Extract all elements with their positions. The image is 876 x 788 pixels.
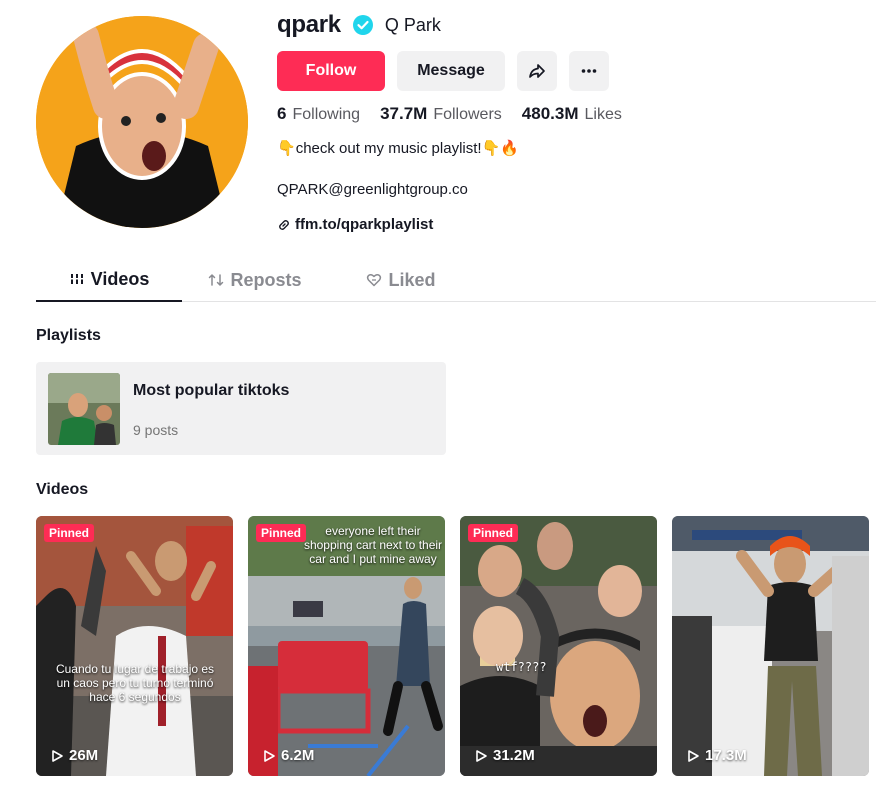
grid-icon <box>69 274 84 284</box>
message-button[interactable]: Message <box>397 51 505 91</box>
play-icon <box>688 749 699 762</box>
playlists-title: Playlists <box>36 327 101 344</box>
video-caption: wtf???? <box>496 660 547 674</box>
followers-stat[interactable]: 37.7M Followers <box>380 104 502 124</box>
pinned-badge: Pinned <box>44 524 95 542</box>
video-grid: Pinned Cuando tu lugar de trabajo es un … <box>36 516 869 776</box>
avatar[interactable] <box>36 16 248 228</box>
playlist-name: Most popular tiktoks <box>133 382 290 399</box>
nickname: Q Park <box>384 14 441 35</box>
following-stat[interactable]: 6 Following <box>277 104 360 124</box>
tab-videos[interactable]: Videos <box>36 258 182 302</box>
username: qpark <box>277 11 341 38</box>
video-caption: Cuando tu lugar de trabajo es un caos pe… <box>55 662 215 704</box>
likes-count: 480.3M <box>521 104 579 123</box>
bio-text: check out my music playlist! <box>295 139 482 157</box>
profile-tabs: Videos Reposts Liked <box>36 258 876 302</box>
verified-badge-icon <box>352 15 373 35</box>
play-icon <box>52 749 63 762</box>
video-thumbnail <box>36 516 233 776</box>
playlist-card[interactable]: Most popular tiktoks 9 posts <box>36 362 446 455</box>
view-count: 6.2M <box>281 747 315 764</box>
play-icon <box>476 749 487 762</box>
video-views: 31.2M <box>474 747 535 764</box>
fire-emoji-icon: 🔥 <box>500 140 519 157</box>
pointing-down-emoji-icon: 👇 <box>481 140 501 157</box>
share-icon <box>529 64 545 78</box>
video-card[interactable]: Pinned Cuando tu lugar de trabajo es un … <box>36 516 233 776</box>
video-thumbnail <box>460 516 657 776</box>
following-label: Following <box>292 106 361 123</box>
playlist-post-count: 9 posts <box>133 422 179 438</box>
video-views: 6.2M <box>262 747 314 764</box>
profile-link-text: ffm.to/qparkplaylist <box>295 216 434 233</box>
video-card[interactable]: Pinned everyone left their shopping cart… <box>248 516 445 776</box>
share-button[interactable] <box>517 51 557 91</box>
tab-label: Videos <box>90 268 150 289</box>
more-icon <box>581 69 597 73</box>
pinned-badge: Pinned <box>468 524 519 542</box>
view-count: 26M <box>69 747 99 764</box>
video-card[interactable]: 17.3M <box>672 516 869 776</box>
video-card[interactable]: Pinned wtf???? 31.2M <box>460 516 657 776</box>
bio: 👇 check out my music playlist! 👇 🔥 <box>277 139 519 158</box>
more-button[interactable] <box>569 51 609 91</box>
likes-label: Likes <box>584 106 622 123</box>
tab-label: Reposts <box>230 269 302 290</box>
followers-label: Followers <box>433 106 502 123</box>
pointing-down-emoji-icon: 👇 <box>277 140 296 157</box>
following-count: 6 <box>277 104 287 123</box>
likes-stat: 480.3M Likes <box>522 104 622 124</box>
pinned-badge: Pinned <box>256 524 307 542</box>
video-views: 17.3M <box>686 747 747 764</box>
follow-button[interactable]: Follow <box>277 51 385 91</box>
video-thumbnail <box>672 516 869 776</box>
repost-icon <box>209 274 224 286</box>
videos-title: Videos <box>36 481 89 498</box>
profile-link[interactable]: ffm.to/qparkplaylist <box>277 216 433 233</box>
tab-liked[interactable]: Liked <box>328 258 474 302</box>
tab-label: Liked <box>388 269 436 290</box>
playlist-thumbnail <box>48 373 120 445</box>
link-icon <box>279 219 289 230</box>
avatar-image <box>36 16 248 228</box>
view-count: 17.3M <box>705 747 747 764</box>
video-caption: everyone left their shopping cart next t… <box>303 524 443 566</box>
view-count: 31.2M <box>493 747 535 764</box>
video-views: 26M <box>50 747 98 764</box>
bio-email: QPARK@greenlightgroup.co <box>277 181 468 198</box>
heart-icon <box>367 273 382 287</box>
followers-count: 37.7M <box>380 104 428 123</box>
tab-reposts[interactable]: Reposts <box>182 258 328 302</box>
play-icon <box>264 749 275 762</box>
